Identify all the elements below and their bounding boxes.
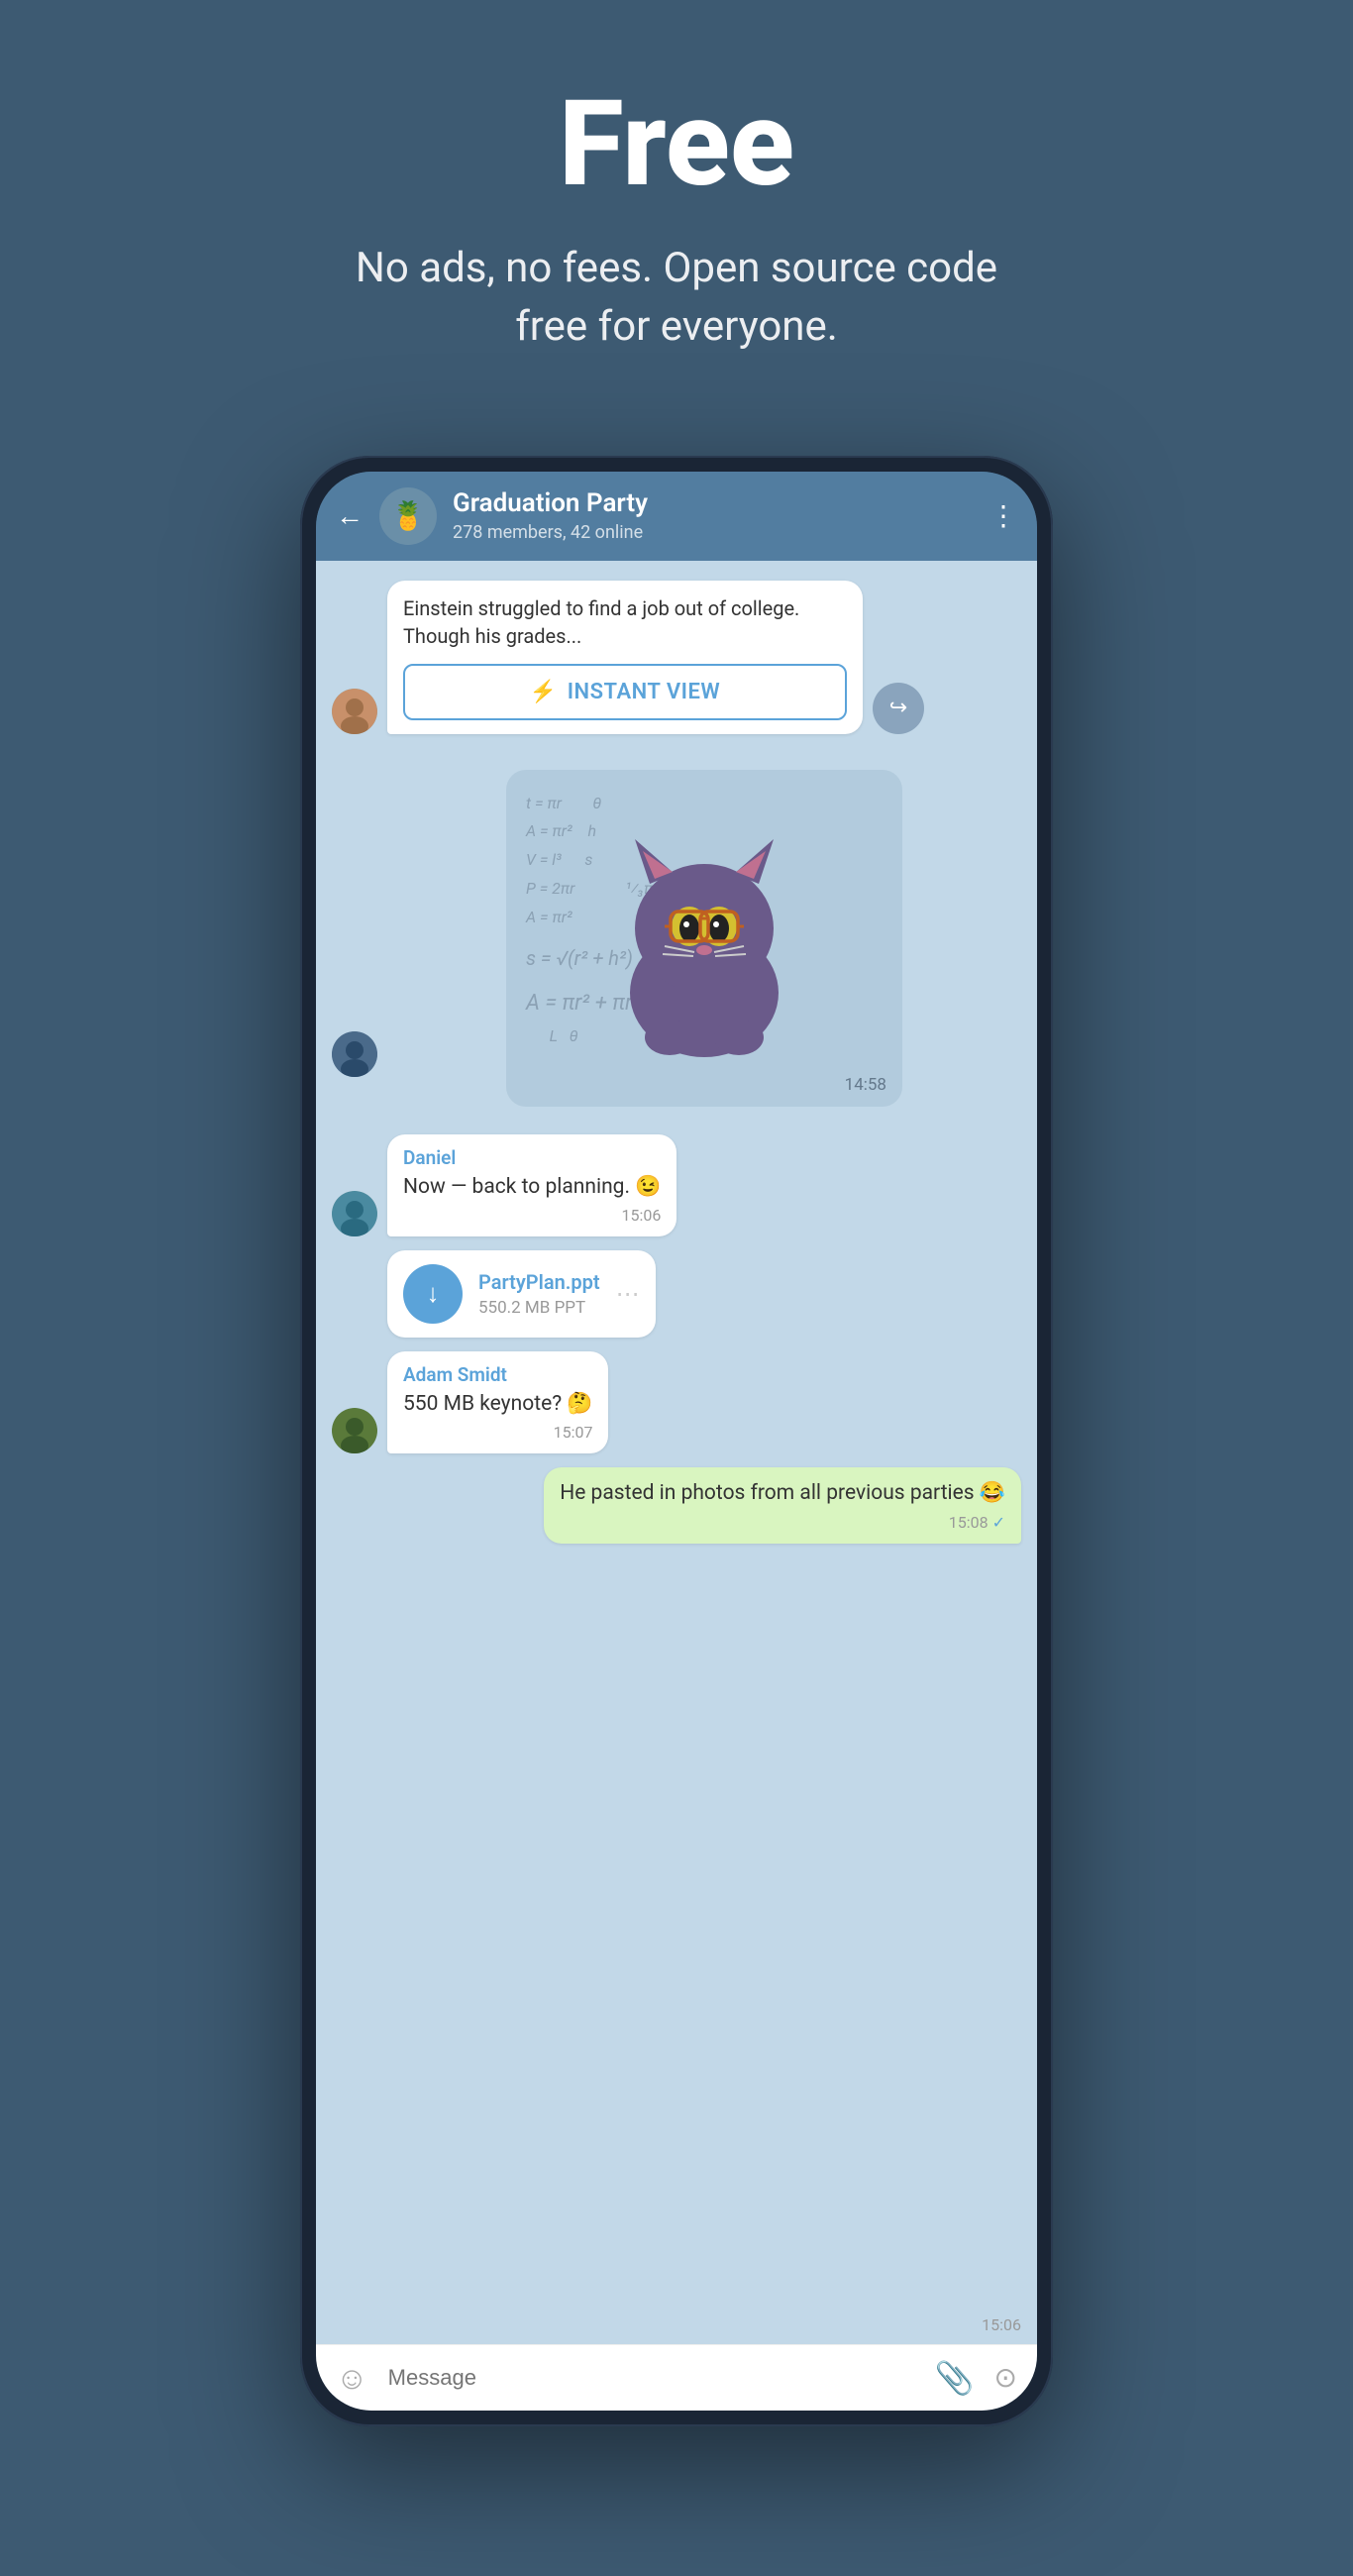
article-message-row: Einstein struggled to find a job out of …	[332, 581, 1021, 734]
more-options-button[interactable]: ⋮	[989, 499, 1017, 532]
adam-name: Adam Smidt	[403, 1363, 592, 1386]
daniel-name: Daniel	[403, 1146, 661, 1169]
file-more-icon[interactable]: ⋯	[616, 1280, 640, 1308]
file-bubble: ↓ PartyPlan.ppt 550.2 MB PPT ⋯ 15:06	[387, 1250, 656, 1338]
adam-avatar	[332, 1408, 377, 1453]
file-info: PartyPlan.ppt 550.2 MB PPT	[478, 1270, 600, 1318]
chat-name: Graduation Party	[453, 488, 974, 518]
hero-subtitle: No ads, no fees. Open source code free f…	[330, 240, 1023, 357]
outgoing-text: He pasted in photos from all previous pa…	[560, 1479, 1005, 1508]
article-sender-avatar	[332, 689, 377, 734]
sticker-message: t = πr θ A = πr² h V = l³ s P = 2πr ¹⁄₃π…	[332, 770, 1021, 1107]
sticker-container: t = πr θ A = πr² h V = l³ s P = 2πr ¹⁄₃π…	[506, 770, 902, 1107]
daniel-time: 15:06	[403, 1206, 661, 1225]
chat-info: Graduation Party 278 members, 42 online	[453, 488, 974, 543]
daniel-message-row: Daniel Now — back to planning. 😉 15:06	[332, 1134, 1021, 1236]
phone-mockup: ← 🍍 Graduation Party 278 members, 42 onl…	[300, 456, 1053, 2426]
checkmark-icon: ✓	[992, 1513, 1005, 1532]
sticker-time: 14:58	[845, 1075, 886, 1095]
hero-title: Free	[330, 79, 1023, 210]
share-button[interactable]: ↪	[873, 683, 924, 734]
sticker-sender-avatar	[332, 1031, 377, 1077]
input-bar: ☺ 📎 ⊙	[316, 2344, 1037, 2411]
file-message-row: ↓ PartyPlan.ppt 550.2 MB PPT ⋯ 15:06	[332, 1250, 1021, 1338]
cat-sticker-svg	[566, 800, 843, 1077]
hero-section: Free No ads, no fees. Open source code f…	[290, 0, 1063, 416]
attach-button[interactable]: 📎	[935, 2359, 975, 2397]
chat-header: ← 🍍 Graduation Party 278 members, 42 onl…	[316, 472, 1037, 561]
article-preview-text: Einstein struggled to find a job out of …	[403, 594, 847, 650]
instant-view-label: INSTANT VIEW	[568, 680, 721, 704]
back-button[interactable]: ←	[336, 499, 364, 532]
camera-button[interactable]: ⊙	[994, 2361, 1017, 2394]
chat-meta: 278 members, 42 online	[453, 522, 974, 543]
daniel-bubble: Daniel Now — back to planning. 😉 15:06	[387, 1134, 676, 1236]
chat-body: Einstein struggled to find a job out of …	[316, 561, 1037, 2344]
lightning-icon: ⚡	[530, 680, 558, 704]
download-button[interactable]: ↓	[403, 1264, 463, 1324]
outgoing-message-row: He pasted in photos from all previous pa…	[332, 1467, 1021, 1543]
file-size: 550.2 MB PPT	[478, 1298, 600, 1318]
message-input[interactable]	[388, 2365, 915, 2391]
article-bubble: Einstein struggled to find a job out of …	[387, 581, 863, 734]
outgoing-bubble: He pasted in photos from all previous pa…	[544, 1467, 1021, 1543]
adam-message-row: Adam Smidt 550 MB keynote? 🤔 15:07	[332, 1351, 1021, 1453]
daniel-avatar	[332, 1191, 377, 1236]
file-time: 15:06	[982, 2315, 1021, 2334]
adam-time: 15:07	[403, 1423, 592, 1442]
group-avatar: 🍍	[379, 487, 437, 545]
phone-inner-screen: ← 🍍 Graduation Party 278 members, 42 onl…	[316, 472, 1037, 2411]
instant-view-button[interactable]: ⚡ INSTANT VIEW	[403, 664, 847, 720]
emoji-button[interactable]: ☺	[336, 2359, 368, 2397]
adam-bubble: Adam Smidt 550 MB keynote? 🤔 15:07	[387, 1351, 608, 1453]
adam-text: 550 MB keynote? 🤔	[403, 1390, 592, 1419]
outgoing-time: 15:08 ✓	[560, 1513, 1005, 1532]
daniel-text: Now — back to planning. 😉	[403, 1173, 661, 1202]
file-name: PartyPlan.ppt	[478, 1270, 600, 1294]
phone-outer-frame: ← 🍍 Graduation Party 278 members, 42 onl…	[300, 456, 1053, 2426]
